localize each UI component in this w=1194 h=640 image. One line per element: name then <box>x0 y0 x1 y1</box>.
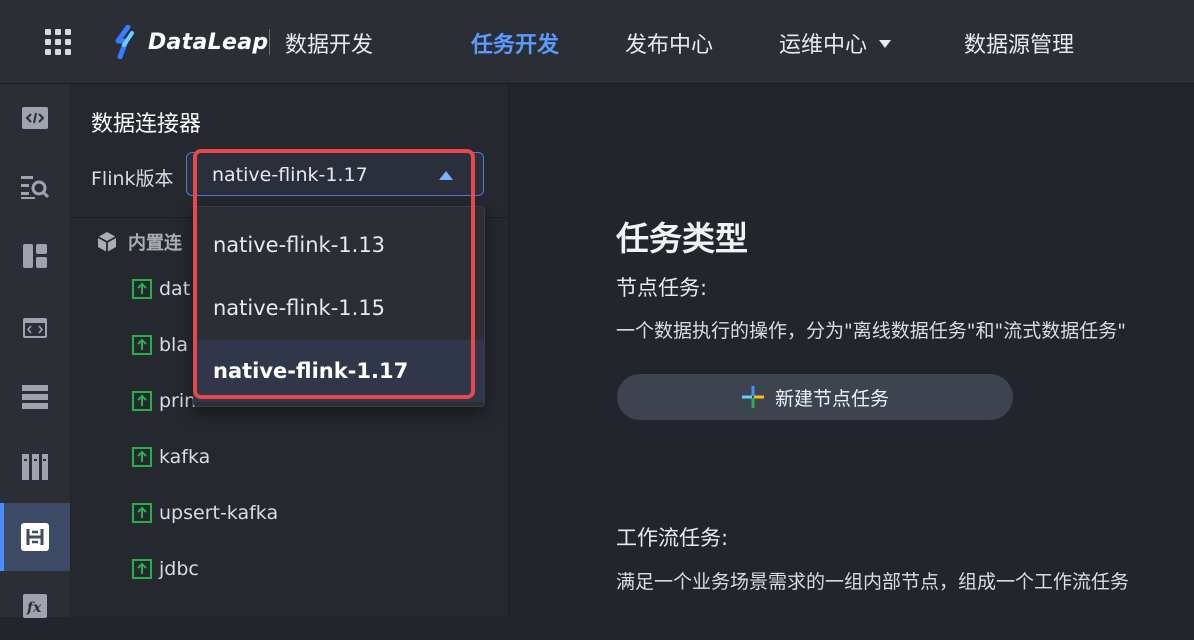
code-window-icon <box>23 318 47 338</box>
builtin-connectors-group[interactable]: 内置连 <box>96 229 182 255</box>
connector-item[interactable]: bla <box>131 334 188 356</box>
nav-datasource-management[interactable]: 数据源管理 <box>964 27 1074 59</box>
nav-ops-center[interactable]: 运维中心 <box>779 27 892 59</box>
dropdown-option-selected[interactable]: native-flink-1.17 <box>194 340 484 402</box>
workflow-task-title: 工作流任务: <box>616 526 729 550</box>
new-node-button-label: 新建节点任务 <box>774 387 889 410</box>
stack-icon <box>22 385 48 409</box>
connector-upload-icon <box>132 391 152 411</box>
nav-label: 任务开发 <box>471 33 560 58</box>
page-title: 任务类型 <box>616 219 748 258</box>
connector-upload-icon <box>132 559 152 579</box>
logo-text: DataLeap <box>148 29 269 55</box>
apps-grid-icon[interactable] <box>45 29 71 55</box>
node-task-title: 节点任务: <box>616 276 708 300</box>
connector-item[interactable]: dat <box>131 278 190 300</box>
connector-name: upsert-kafka <box>159 502 279 524</box>
connector-name: dat <box>159 278 191 300</box>
rail-item-stack[interactable] <box>0 363 70 431</box>
nav-task-development[interactable]: 任务开发 <box>471 27 559 59</box>
product-name: 数据开发 <box>285 33 374 58</box>
group-label: 内置连 <box>128 233 182 254</box>
top-bar: DataLeap 数据开发 任务开发 发布中心 运维中心 数据源管理 <box>0 0 1194 84</box>
rail-item-function[interactable]: fx <box>0 572 70 640</box>
node-task-description: 一个数据执行的操作，分为"离线数据任务"和"流式数据任务" <box>616 320 1126 342</box>
flink-version-dropdown: native-flink-1.13 native-flink-1.15 nati… <box>193 206 485 407</box>
connector-name: bla <box>159 334 188 356</box>
select-value: native-flink-1.17 <box>212 164 368 186</box>
panel-title: 数据连接器 <box>91 112 202 137</box>
connector-upload-icon <box>132 503 152 523</box>
rail-item-dashboard[interactable] <box>0 222 70 290</box>
connector-icon <box>21 523 49 551</box>
connector-name: jdbc <box>159 558 199 580</box>
connector-upload-icon <box>132 335 152 355</box>
nav-label: 运维中心 <box>779 33 868 58</box>
connector-item[interactable]: upsert-kafka <box>131 502 278 524</box>
main-content: 任务类型 节点任务: 一个数据执行的操作，分为"离线数据任务"和"流式数据任务"… <box>509 84 1194 617</box>
function-icon: fx <box>23 594 47 618</box>
cube-icon <box>97 232 117 252</box>
nav-label: 数据源管理 <box>964 33 1075 58</box>
svg-text:fx: fx <box>26 600 42 616</box>
dashboard-icon <box>23 244 47 268</box>
plus-icon <box>741 386 764 408</box>
search-list-icon <box>21 176 50 199</box>
logo-divider <box>269 29 270 55</box>
logo[interactable]: DataLeap <box>110 24 268 60</box>
rail-item-columns[interactable] <box>0 433 70 501</box>
nav-release-center[interactable]: 发布中心 <box>625 27 713 59</box>
connector-upload-icon <box>132 447 152 467</box>
columns-icon <box>22 454 48 480</box>
option-label: native-flink-1.15 <box>213 296 386 320</box>
new-node-task-button[interactable]: 新建节点任务 <box>617 374 1013 420</box>
dropdown-option[interactable]: native-flink-1.15 <box>194 277 484 339</box>
connector-item[interactable]: kafka <box>131 446 210 468</box>
dataleap-logo-icon <box>115 25 134 59</box>
workflow-task-description: 满足一个业务场景需求的一组内部节点，组成一个工作流任务 <box>616 571 1130 593</box>
connector-item[interactable]: jdbc <box>131 558 199 580</box>
flink-version-label: Flink版本 <box>91 168 174 190</box>
nav-label: 发布中心 <box>625 33 714 58</box>
rail-item-search[interactable] <box>0 153 70 221</box>
caret-up-icon <box>439 171 453 180</box>
code-icon <box>22 107 48 129</box>
dropdown-option[interactable]: native-flink-1.13 <box>194 214 484 276</box>
rail-item-connector[interactable] <box>0 503 70 571</box>
rail-item-code-window[interactable] <box>0 294 70 362</box>
connector-upload-icon <box>132 279 152 299</box>
caret-down-icon <box>879 40 892 48</box>
connector-name: kafka <box>159 446 211 468</box>
option-label: native-flink-1.13 <box>213 233 386 257</box>
flink-version-select[interactable]: native-flink-1.17 <box>186 152 484 196</box>
option-label: native-flink-1.17 <box>213 359 409 383</box>
left-rail: fx <box>0 84 70 618</box>
rail-item-code[interactable] <box>0 84 70 152</box>
